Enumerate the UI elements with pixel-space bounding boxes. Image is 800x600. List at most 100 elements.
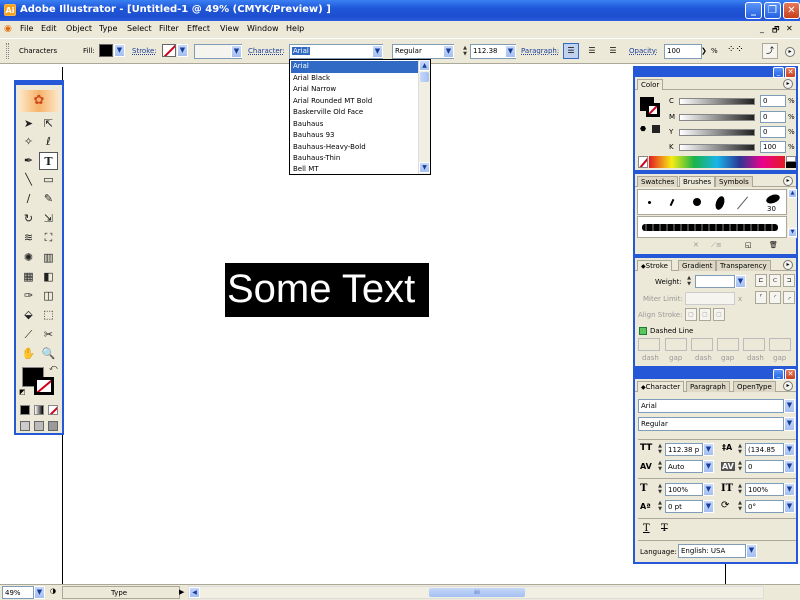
kerning-spinner[interactable]: ▲ ▼ bbox=[656, 460, 664, 473]
dash-field-1[interactable] bbox=[638, 338, 660, 351]
doc-icon[interactable]: ◉ bbox=[4, 24, 12, 34]
dash-field-2[interactable] bbox=[691, 338, 713, 351]
none-mode-icon[interactable] bbox=[48, 405, 58, 415]
live-paint-tool-icon[interactable]: ⬙ bbox=[19, 306, 38, 324]
cap-round-button[interactable]: ⊂ bbox=[769, 274, 781, 287]
menu-effect[interactable]: Effect bbox=[187, 24, 210, 33]
gradient-mode-icon[interactable] bbox=[34, 405, 44, 415]
gripper[interactable] bbox=[6, 43, 9, 59]
opacity-arrow-icon[interactable]: ❯ bbox=[701, 47, 707, 55]
hscale-dropdown[interactable]: ▼ bbox=[784, 483, 795, 496]
isolate-button[interactable]: ⤴ bbox=[762, 43, 778, 59]
default-colors-icon[interactable]: ◩ bbox=[19, 388, 26, 396]
char-style-dropdown[interactable]: ▼ bbox=[784, 417, 795, 431]
stroke-dropdown[interactable]: ▼ bbox=[177, 44, 188, 57]
transform-grid-icon[interactable]: ⁘⁘ bbox=[727, 44, 744, 55]
rectangle-tool-icon[interactable]: ▭ bbox=[39, 171, 58, 189]
tab-symbols[interactable]: Symbols bbox=[715, 176, 753, 187]
menu-help[interactable]: Help bbox=[286, 24, 304, 33]
font-style-dropdown[interactable]: ▼ bbox=[443, 45, 454, 58]
join-round-button[interactable]: ◜ bbox=[769, 291, 781, 304]
paintbrush-tool-icon[interactable]: ∕ bbox=[19, 190, 38, 208]
channel-c-slider[interactable] bbox=[679, 98, 755, 105]
leading-dropdown[interactable]: ▼ bbox=[784, 443, 795, 456]
selection-tool-icon[interactable]: ➤ bbox=[19, 115, 38, 133]
rotation-field[interactable]: 0° bbox=[745, 500, 784, 513]
brush-dot-small[interactable] bbox=[648, 201, 651, 204]
tab-stroke[interactable]: ◆Stroke bbox=[637, 260, 672, 271]
mesh-tool-icon[interactable]: ▦ bbox=[19, 268, 38, 286]
brush-list[interactable]: 30 bbox=[637, 189, 787, 215]
doc-close-button[interactable]: ✕ bbox=[786, 24, 793, 33]
channel-m-value[interactable]: 0 bbox=[760, 111, 786, 123]
none-color-icon[interactable] bbox=[638, 156, 648, 168]
tab-transparency[interactable]: Transparency bbox=[716, 260, 771, 271]
free-transform-tool-icon[interactable]: ⛶ bbox=[39, 229, 58, 247]
font-option[interactable]: Bell MT bbox=[291, 164, 419, 174]
pencil-tool-icon[interactable]: ✎ bbox=[39, 190, 58, 208]
doc-minimize-button[interactable]: _ bbox=[760, 24, 764, 33]
fill-dropdown[interactable]: ▼ bbox=[114, 44, 125, 57]
join-bevel-button[interactable]: ⌌ bbox=[783, 291, 795, 304]
tracking-dropdown[interactable]: ▼ bbox=[784, 460, 795, 473]
font-option[interactable]: Baskerville Old Face bbox=[291, 107, 419, 119]
scale-tool-icon[interactable]: ⇲ bbox=[39, 210, 58, 228]
tracking-spinner[interactable]: ▲ ▼ bbox=[736, 460, 744, 473]
scroll-left-icon[interactable]: ◀ bbox=[189, 587, 200, 598]
align-stroke-outside-button[interactable]: ▢ bbox=[713, 308, 725, 321]
channel-k-value[interactable]: 100 bbox=[760, 141, 786, 153]
tab-character[interactable]: ◆Character bbox=[637, 381, 685, 392]
stroke-color-box[interactable] bbox=[646, 103, 660, 117]
screen-mode-full-icon[interactable] bbox=[48, 421, 58, 431]
rotation-spinner[interactable]: ▲ ▼ bbox=[736, 500, 744, 513]
control-bar-menu-icon[interactable]: ▸ bbox=[785, 47, 795, 57]
baseline-dropdown[interactable]: ▼ bbox=[703, 500, 714, 513]
stroke-label[interactable]: Stroke: bbox=[132, 47, 157, 55]
vscale-dropdown[interactable]: ▼ bbox=[703, 483, 714, 496]
zoom-dropdown[interactable]: ▼ bbox=[34, 586, 45, 599]
panel-minimize-button[interactable]: _ bbox=[773, 369, 784, 380]
swap-colors-icon[interactable]: ⤺ bbox=[49, 363, 58, 373]
version-cue-icon[interactable]: ◑ bbox=[50, 587, 56, 595]
baseline-spinner[interactable]: ▲ ▼ bbox=[656, 500, 664, 513]
align-left-button[interactable]: ☰ bbox=[563, 43, 579, 59]
menu-view[interactable]: View bbox=[220, 24, 239, 33]
panel-close-button[interactable]: ✕ bbox=[785, 67, 796, 78]
char-font-dropdown[interactable]: ▼ bbox=[784, 399, 795, 413]
status-menu-arrow-icon[interactable]: ▶ bbox=[179, 588, 184, 596]
stroke-weight-dropdown[interactable]: ▼ bbox=[231, 45, 242, 58]
web-safe-color-icon[interactable] bbox=[652, 125, 660, 133]
warp-tool-icon[interactable]: ≋ bbox=[19, 229, 38, 247]
channel-y-value[interactable]: 0 bbox=[760, 126, 786, 138]
font-list-scrollbar[interactable]: ▲ ▼ bbox=[418, 60, 430, 174]
opacity-field[interactable]: 100 bbox=[664, 44, 702, 59]
scroll-up-icon[interactable]: ▲ bbox=[419, 60, 430, 71]
tab-gradient[interactable]: Gradient bbox=[678, 260, 717, 271]
pen-tool-icon[interactable]: ✒ bbox=[19, 152, 38, 170]
font-size-dropdown[interactable]: ▼ bbox=[505, 45, 516, 58]
color-panel-menu-icon[interactable]: ▸ bbox=[783, 79, 793, 89]
hscale-spinner[interactable]: ▲ ▼ bbox=[736, 483, 744, 496]
brush-scrollbar[interactable]: ▲ ▼ bbox=[788, 189, 797, 238]
vscale-field[interactable]: 100% bbox=[665, 483, 703, 496]
selected-text-object[interactable]: Some Text bbox=[225, 263, 429, 317]
direct-selection-tool-icon[interactable]: ⇱ bbox=[39, 115, 58, 133]
menu-type[interactable]: Type bbox=[99, 24, 117, 33]
paragraph-label[interactable]: Paragraph: bbox=[521, 47, 559, 55]
color-mode-icon[interactable] bbox=[20, 405, 30, 415]
brushes-panel-menu-icon[interactable]: ▸ bbox=[783, 176, 793, 186]
baseline-field[interactable]: 0 pt bbox=[665, 500, 703, 513]
brush-options-icon[interactable]: ⟋≡ bbox=[711, 241, 722, 250]
tab-color[interactable]: Color bbox=[637, 79, 664, 90]
screen-mode-full-menu-icon[interactable] bbox=[34, 421, 44, 431]
fill-swatch[interactable] bbox=[99, 44, 113, 57]
graph-tool-icon[interactable]: ▥ bbox=[39, 249, 58, 267]
scroll-down-icon[interactable]: ▼ bbox=[419, 162, 430, 173]
new-brush-icon[interactable]: ◱ bbox=[745, 241, 752, 249]
stroke-panel-menu-icon[interactable]: ▸ bbox=[783, 260, 793, 270]
weight-dropdown[interactable]: ▼ bbox=[735, 275, 746, 288]
channel-c-value[interactable]: 0 bbox=[760, 95, 786, 107]
opacity-label[interactable]: Opacity: bbox=[629, 47, 658, 55]
screen-mode-normal-icon[interactable] bbox=[20, 421, 30, 431]
tab-brushes[interactable]: Brushes bbox=[679, 176, 716, 187]
